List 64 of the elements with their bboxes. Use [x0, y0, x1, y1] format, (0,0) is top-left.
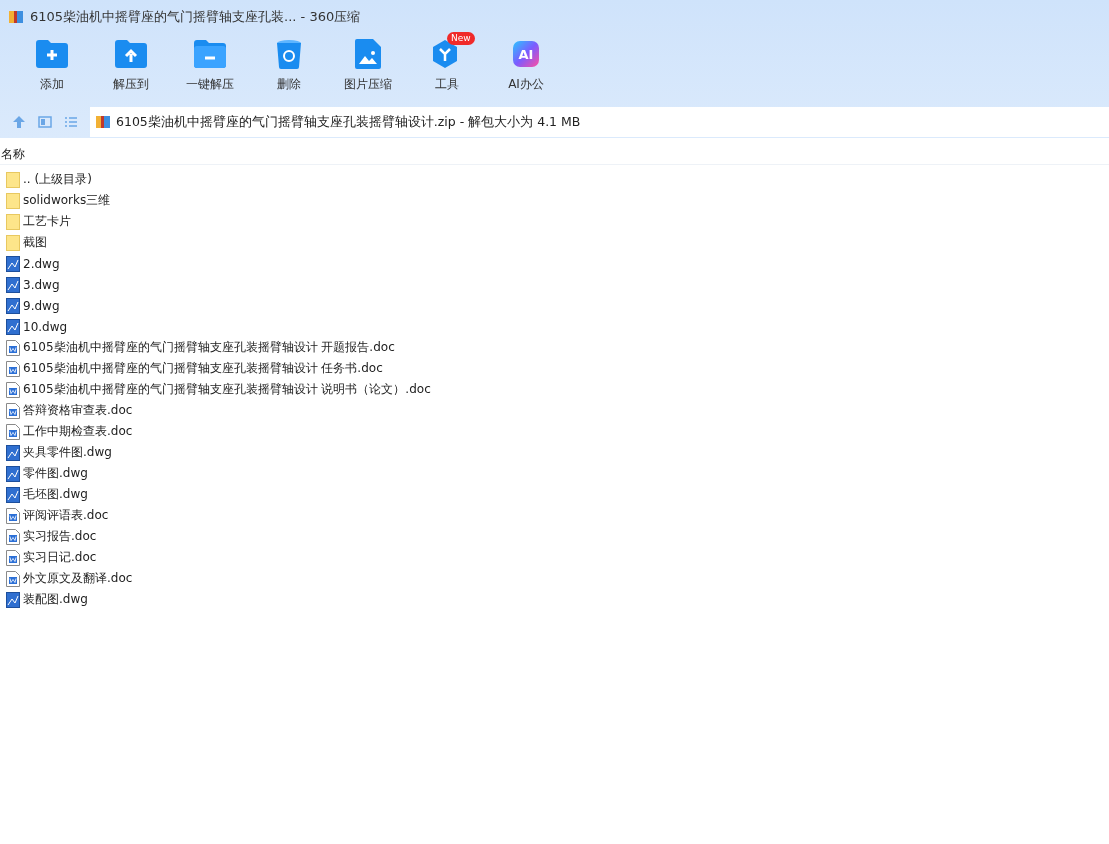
address-field[interactable]: 6105柴油机中摇臂座的气门摇臂轴支座孔装摇臂轴设计.zip - 解包大小为 4.1 MB: [90, 107, 1109, 137]
word-document-icon: [6, 423, 20, 440]
archive-icon: [95, 114, 111, 130]
word-document-icon: [6, 549, 20, 566]
folder-icon: [194, 40, 226, 68]
column-header[interactable]: 名称: [1, 147, 25, 161]
word-document-icon: [6, 381, 20, 398]
drawing-file-icon: [6, 444, 20, 461]
file-name[interactable]: 评阅评语表.doc: [23, 507, 109, 524]
file-name[interactable]: .. (上级目录): [23, 171, 92, 188]
folder-icon: [36, 40, 68, 68]
toolbar-button[interactable]: 添加: [12, 34, 92, 106]
word-document-icon: [6, 339, 20, 356]
file-name[interactable]: 6105柴油机中摇臂座的气门摇臂轴支座孔装摇臂轴设计 说明书（论文）.doc: [23, 381, 431, 398]
file-name[interactable]: 6105柴油机中摇臂座的气门摇臂轴支座孔装摇臂轴设计 开题报告.doc: [23, 339, 395, 356]
file-name[interactable]: 10.dwg: [23, 319, 68, 334]
file-name[interactable]: 实习报告.doc: [23, 528, 97, 545]
toolbar-button[interactable]: 一键解压: [170, 34, 250, 106]
file-name[interactable]: 工艺卡片: [23, 213, 71, 230]
drawing-file-icon: [6, 255, 20, 272]
folder-icon: [6, 234, 20, 251]
word-document-icon: [6, 570, 20, 587]
toolbar-button[interactable]: 解压到: [91, 34, 171, 106]
recycle-bin-icon: [276, 39, 302, 69]
drawing-file-icon: [6, 276, 20, 293]
toolbar-button[interactable]: AI AI办公: [486, 34, 566, 106]
drawing-file-icon: [6, 465, 20, 482]
file-name[interactable]: 实习日记.doc: [23, 549, 97, 566]
word-document-icon: [6, 528, 20, 545]
window-title: 6105柴油机中摇臂座的气门摇臂轴支座孔装... - 360压缩: [30, 8, 361, 26]
drawing-file-icon: [6, 591, 20, 608]
file-name[interactable]: 截图: [23, 234, 47, 251]
list-view-icon[interactable]: [64, 115, 78, 129]
file-name[interactable]: 6105柴油机中摇臂座的气门摇臂轴支座孔装摇臂轴设计 任务书.doc: [23, 360, 383, 377]
ai-icon: AI: [513, 41, 539, 67]
folder-icon: [115, 40, 147, 68]
file-name[interactable]: 2.dwg: [23, 256, 60, 271]
folder-icon: [6, 171, 20, 188]
file-name[interactable]: 零件图.dwg: [23, 465, 88, 482]
file-name[interactable]: 外文原文及翻译.doc: [23, 570, 133, 587]
folder-icon: [6, 192, 20, 209]
word-document-icon: [6, 507, 20, 524]
up-arrow-icon[interactable]: [12, 115, 26, 129]
toolbar-button[interactable]: New 工具: [407, 34, 487, 106]
toolbar-button[interactable]: 图片压缩: [328, 34, 408, 106]
file-name[interactable]: 3.dwg: [23, 277, 60, 292]
new-badge: New: [447, 32, 475, 45]
drawing-file-icon: [6, 318, 20, 335]
file-name[interactable]: 9.dwg: [23, 298, 60, 313]
archive-icon: [8, 9, 24, 25]
file-name[interactable]: 夹具零件图.dwg: [23, 444, 112, 461]
file-name[interactable]: solidworks三维: [23, 192, 111, 209]
toolbar-button[interactable]: 删除: [249, 34, 329, 106]
file-name[interactable]: 装配图.dwg: [23, 591, 88, 608]
thumbnail-view-icon[interactable]: [38, 115, 52, 129]
folder-icon: [6, 213, 20, 230]
file-name[interactable]: 答辩资格审查表.doc: [23, 402, 133, 419]
file-name[interactable]: 毛坯图.dwg: [23, 486, 88, 503]
drawing-file-icon: [6, 297, 20, 314]
image-file-icon: [355, 39, 381, 69]
file-name[interactable]: 工作中期检查表.doc: [23, 423, 133, 440]
word-document-icon: [6, 360, 20, 377]
word-document-icon: [6, 402, 20, 419]
drawing-file-icon: [6, 486, 20, 503]
